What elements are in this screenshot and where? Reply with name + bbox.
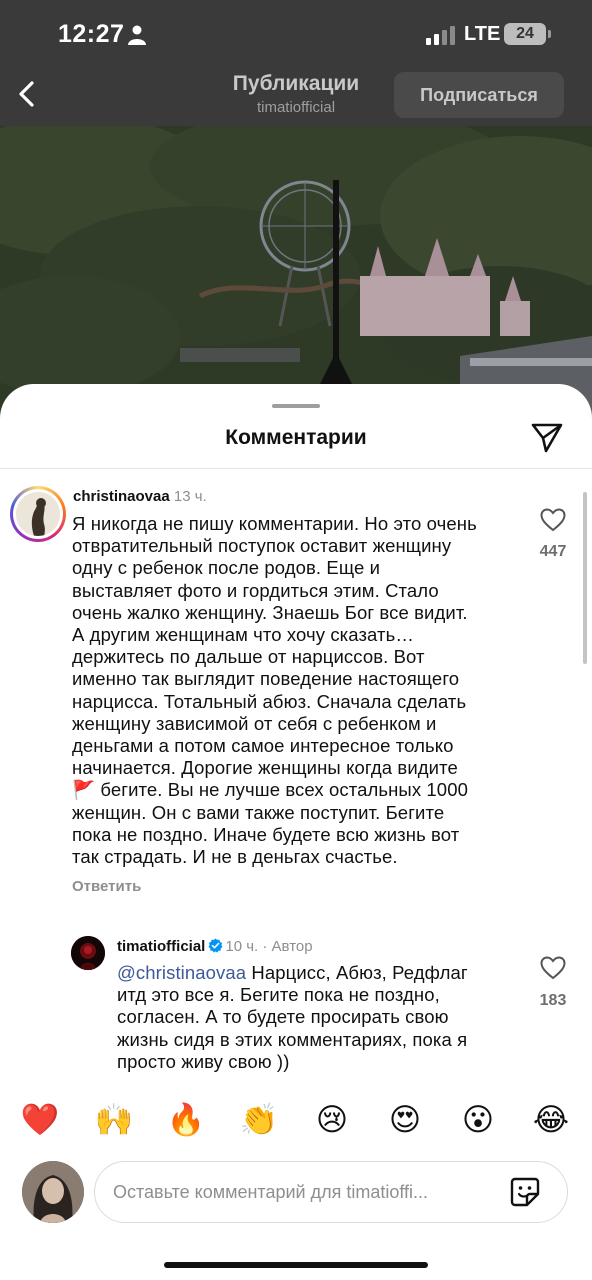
separator-dot: · [262, 938, 268, 955]
like-count: 447 [539, 543, 567, 560]
network-label: LTE [464, 23, 501, 45]
post-header: Публикации timatiofficial Подписаться [0, 62, 592, 126]
reply-link[interactable]: Ответить [72, 878, 141, 895]
status-time: 12:27 [58, 20, 125, 48]
mention-link[interactable]: @christinaovaa [117, 962, 246, 983]
comment-line: женщин. Он с вами также поступит. Бегите [72, 801, 445, 823]
comment-line: А другим женщинам что хочу сказать… [72, 624, 414, 646]
scrollbar[interactable] [583, 492, 587, 664]
avatar-image [16, 492, 60, 536]
comment-line: именно так выглядит поведение настоящего [72, 668, 460, 690]
emoji-quick-bar: ❤️ 🙌 🔥 👏 😢 😍 😮 😂 [0, 1092, 592, 1152]
comment-time: 13 ч. [173, 488, 207, 505]
comment-line: одну с ребенок после родов. Еще и [72, 557, 381, 579]
sheet-divider [0, 468, 592, 469]
emoji-clapping[interactable]: 👏 [239, 1100, 279, 1140]
comment-username-text[interactable]: timatiofficial [117, 938, 205, 955]
comment-username[interactable]: timatiofficial 10 ч. · Автор [117, 938, 313, 955]
emoji-raised-hands[interactable]: 🙌 [94, 1100, 134, 1140]
comment-line: начинается. Дорогие женщины когда видите [72, 757, 458, 779]
like-heart-icon[interactable] [540, 956, 566, 980]
comment-input-wrapper[interactable] [94, 1161, 568, 1223]
comment-text: @christinaovaa Нарцисс, Абюз, Редфлаг ит… [117, 962, 517, 1073]
person-icon [128, 25, 146, 45]
emoji-heart-eyes[interactable]: 😍 [385, 1100, 425, 1140]
comment-line: Я никогда не пишу комментарии. Но это оч… [72, 513, 477, 534]
comment-time: 10 ч. [225, 938, 259, 955]
comment-line: так страдать. И не в деньгах счастье. [72, 846, 398, 868]
emoji-surprised[interactable]: 😮 [458, 1100, 498, 1140]
battery-indicator: 24 [504, 23, 546, 45]
avatar-image [71, 936, 105, 970]
comment-text: Я никогда не пишу комментарии. Но это оч… [72, 513, 532, 868]
author-label: Автор [271, 938, 313, 955]
battery-tip [548, 30, 551, 38]
user-avatar-image [22, 1161, 84, 1223]
avatar[interactable] [16, 492, 60, 536]
comment-line: пока не поздно. Иначе будете всю жизнь в… [72, 823, 460, 845]
emoji-fire[interactable]: 🔥 [166, 1100, 206, 1140]
comment-line: женщину зависимой от себя с ребенком и [72, 712, 437, 734]
post-photo [0, 126, 592, 426]
like-count: 183 [539, 992, 567, 1009]
comment-line: просто живу свою )) [117, 1050, 290, 1072]
comment-line: очень жалко женщину. Знаешь Бог все види… [72, 601, 468, 623]
status-bar: 12:27 LTE 24 [0, 0, 592, 62]
avatar[interactable] [71, 936, 105, 970]
home-indicator [164, 1262, 428, 1268]
comment-username[interactable]: christinaovaa 13 ч. [73, 488, 207, 505]
post-photo-image [0, 126, 592, 426]
sticker-icon[interactable] [509, 1176, 541, 1208]
comment-line: выставляет фото и гордиться этим. Стало [72, 579, 439, 601]
comment-input[interactable] [113, 1162, 493, 1222]
comment-line: итд это все я. Бегите пока не поздно, [117, 984, 440, 1006]
comment-line: @christinaovaa Нарцисс, Абюз, Редфлаг [117, 962, 517, 984]
comment-composer [0, 1152, 592, 1280]
signal-icon [426, 26, 455, 45]
like-heart-icon[interactable] [540, 508, 566, 532]
emoji-laughing[interactable]: 😂 [531, 1100, 571, 1140]
user-avatar[interactable] [22, 1161, 84, 1223]
share-icon[interactable] [530, 420, 564, 454]
comment-line: 🚩 бегите. Вы не лучше всех остальных 100… [72, 779, 468, 801]
comment-line: согласен. А то будете просирать свою [117, 1006, 449, 1028]
sheet-grabber[interactable] [272, 404, 320, 408]
verified-badge-icon [208, 938, 223, 953]
comment-username-text[interactable]: christinaovaa [73, 488, 170, 505]
emoji-heart[interactable]: ❤️ [20, 1100, 60, 1140]
comment-line-text: Нарцисс, Абюз, Редфлаг [246, 962, 468, 983]
subscribe-button[interactable]: Подписаться [394, 72, 564, 118]
sheet-title: Комментарии [225, 426, 367, 449]
comment-line: держитесь по дальше от нарциссов. Вот [72, 646, 425, 668]
comment-line: нарцисса. Тотальный абюз. Сначала сделат… [72, 690, 467, 712]
comment-line: отвратительный поступок оставит женщину [72, 535, 452, 557]
comment-line: жизнь сидя в этих комментариях, пока я [117, 1028, 468, 1050]
comment-line: деньгами а потом самое интересное только [72, 735, 454, 757]
emoji-crying[interactable]: 😢 [312, 1100, 352, 1140]
